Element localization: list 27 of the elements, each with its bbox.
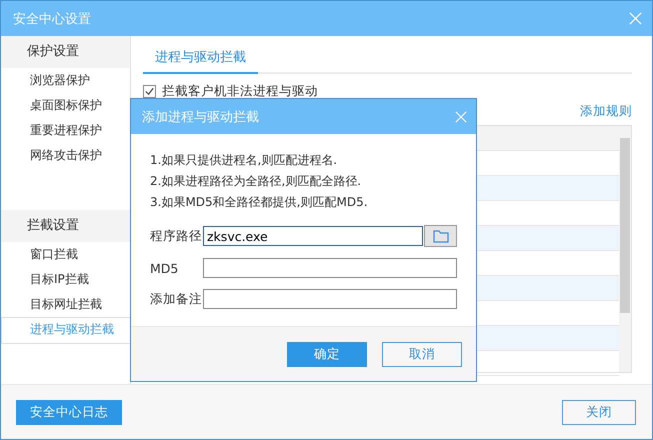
sidebar-item[interactable]: 窗口拦截 <box>1 242 130 267</box>
field-label: 添加备注 <box>150 290 203 308</box>
field-label: 程序路径 <box>150 228 203 244</box>
sidebar-item[interactable]: 重要进程保护 <box>1 118 130 143</box>
dialog-title: 添加进程与驱动拦截 <box>142 108 259 126</box>
checkbox-label: 拦截客户机非法进程与驱动 <box>162 83 318 100</box>
note-text: 3.如果MD5和全路径都提供,则匹配MD5. <box>150 194 369 211</box>
note-text: 1.如果只提供进程名,则匹配进程名. <box>150 152 338 169</box>
sidebar-item[interactable]: 目标网址拦截 <box>1 292 130 317</box>
browse-button[interactable] <box>424 225 457 247</box>
sidebar-item[interactable]: 网络攻击保护 <box>1 143 130 168</box>
close-icon[interactable] <box>629 12 642 25</box>
checkbox[interactable] <box>143 85 156 98</box>
input-field[interactable] <box>203 258 457 278</box>
sidebar-item[interactable]: 浏览器保护 <box>1 68 130 93</box>
note-text: 2.如果进程路径为全路径,则匹配全路径. <box>150 173 362 190</box>
sidebar-item[interactable]: 桌面图标保护 <box>1 93 130 118</box>
input-field[interactable]: zksvc.exe <box>203 226 423 246</box>
window-title: 安全中心设置 <box>13 10 91 28</box>
input-field[interactable] <box>203 289 457 309</box>
folder-icon <box>432 229 448 243</box>
sidebar-group-header: 保护设置 <box>1 36 130 68</box>
field-label: MD5 <box>150 260 180 276</box>
sidebar-group-header: 拦截设置 <box>1 210 130 242</box>
sidebar-item[interactable]: 目标IP拦截 <box>1 267 130 292</box>
close-icon[interactable] <box>455 110 467 122</box>
scrollbar[interactable] <box>619 126 631 372</box>
